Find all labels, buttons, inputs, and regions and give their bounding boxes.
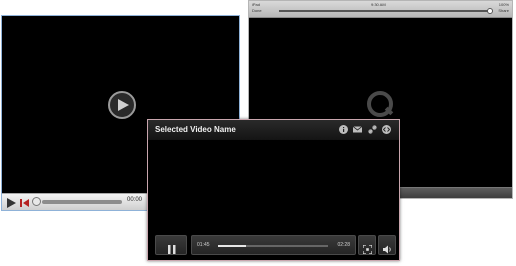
progress-bar[interactable]: 01:45 02:28 — [191, 235, 356, 255]
volume-icon — [383, 241, 393, 259]
pause-button[interactable] — [155, 235, 187, 255]
quicktime-logo-icon — [367, 91, 394, 117]
status-and-scrub-bar: iPad 9:30 AM 100% Done Share — [249, 1, 512, 18]
seek-bar[interactable] — [42, 200, 122, 204]
play-icon[interactable] — [108, 91, 136, 119]
play-icon[interactable] — [5, 196, 17, 208]
video-player-main: Selected Video Name 01:45 02:28 — [147, 119, 400, 261]
done-button[interactable]: Done — [252, 8, 262, 13]
status-clock: 9:30 AM — [371, 2, 386, 7]
volume-knob[interactable] — [32, 197, 41, 206]
stop-icon[interactable] — [19, 196, 31, 208]
time-display: 00:00 — [127, 197, 143, 203]
volume-button[interactable] — [378, 235, 396, 255]
duration: 02:28 — [337, 242, 350, 248]
fullscreen-button[interactable] — [358, 235, 376, 255]
control-bar: 01:45 02:28 — [153, 235, 396, 255]
seek-fill — [218, 245, 246, 247]
link-icon[interactable] — [368, 125, 377, 134]
scrub-knob[interactable] — [487, 8, 493, 14]
share-button[interactable]: Share — [498, 8, 509, 13]
status-device: iPad — [252, 2, 261, 7]
header-icons — [339, 125, 391, 135]
status-battery: 100% — [498, 2, 509, 7]
current-time: 01:45 — [197, 242, 210, 248]
info-icon[interactable] — [339, 125, 348, 134]
player-header: Selected Video Name — [148, 120, 399, 140]
video-title: Selected Video Name — [155, 125, 236, 134]
email-icon[interactable] — [353, 125, 362, 134]
seek-track[interactable] — [218, 245, 328, 247]
embed-icon[interactable] — [382, 125, 391, 134]
scrub-bar[interactable] — [279, 10, 489, 12]
pause-icon — [167, 241, 177, 259]
fullscreen-icon — [362, 241, 373, 259]
